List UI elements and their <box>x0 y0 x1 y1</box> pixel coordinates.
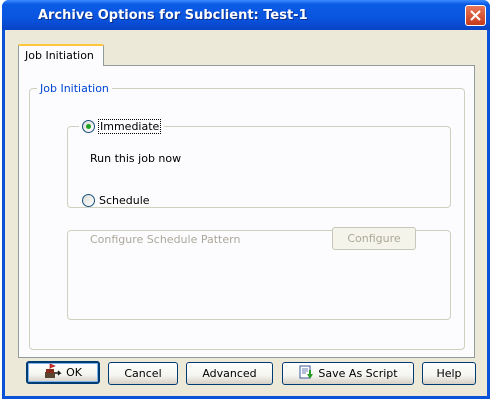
immediate-label: Immediate <box>97 119 162 134</box>
advanced-button[interactable]: Advanced <box>186 362 273 385</box>
dialog-body: Job Initiation Job Initiation Immediate … <box>5 30 487 396</box>
dialog-window: Archive Options for Subclient: Test-1 Jo… <box>2 0 490 399</box>
immediate-radio[interactable] <box>82 120 95 133</box>
save-as-script-label: Save As Script <box>318 367 398 380</box>
ok-button[interactable]: OK <box>26 361 100 384</box>
ok-label: OK <box>66 366 82 379</box>
tab-label: Job Initiation <box>25 49 94 62</box>
window-title: Archive Options for Subclient: Test-1 <box>38 8 308 23</box>
job-initiation-group-label: Job Initiation <box>37 82 112 95</box>
radio-selected-dot <box>86 124 91 129</box>
schedule-pattern-label: Configure Schedule Pattern <box>90 233 241 246</box>
close-x-icon <box>470 10 481 21</box>
configure-button[interactable]: Configure <box>332 227 416 250</box>
close-button[interactable] <box>465 5 486 26</box>
tab-job-initiation[interactable]: Job Initiation <box>18 44 104 66</box>
title-bar[interactable]: Archive Options for Subclient: Test-1 <box>2 0 490 30</box>
schedule-radio[interactable] <box>82 194 95 207</box>
schedule-label: Schedule <box>99 194 150 207</box>
schedule-radio-option[interactable]: Schedule <box>79 194 154 207</box>
cancel-button[interactable]: Cancel <box>108 362 178 385</box>
immediate-radio-option[interactable]: Immediate <box>79 119 165 134</box>
save-as-script-button[interactable]: Save As Script <box>282 362 414 385</box>
save-script-icon <box>298 364 314 383</box>
ok-run-icon <box>44 363 62 382</box>
immediate-description: Run this job now <box>90 152 182 165</box>
help-button[interactable]: Help <box>422 362 476 385</box>
